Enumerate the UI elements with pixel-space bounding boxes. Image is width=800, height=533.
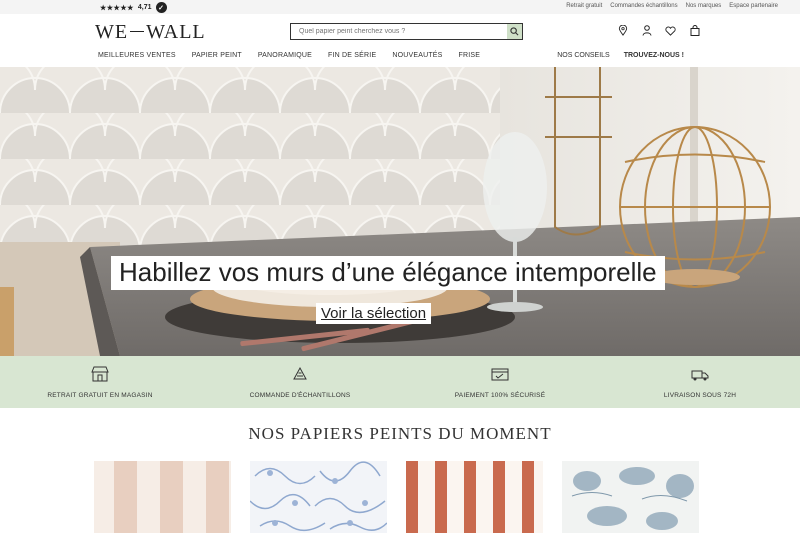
hero-cta-link[interactable]: Voir la sélection (316, 303, 432, 324)
product-image (250, 461, 387, 533)
delivery-truck-icon (691, 366, 709, 382)
hero-banner[interactable]: Habillez vos murs d’une élégance intempo… (0, 67, 800, 356)
reassurance-item-livraison: LIVRAISON SOUS 72H (600, 356, 800, 408)
top-utility-bar: ★★★★★ 4,71 ✓ Retrait gratuit Commandes é… (0, 0, 800, 14)
store-locator-icon[interactable] (617, 25, 628, 36)
utility-link-echantillons[interactable]: Commandes échantillons (610, 3, 677, 9)
product-card-blue-floral[interactable] (250, 461, 387, 533)
section-title: NOS PAPIERS PEINTS DU MOMENT (248, 424, 552, 443)
product-card-terracotta-stripes[interactable] (406, 461, 543, 533)
reassurance-label: COMMANDE D'ÉCHANTILLONS (249, 391, 351, 399)
site-logo[interactable]: WE WALL (95, 21, 206, 44)
nav-item-fin-de-serie[interactable]: FIN DE SÉRIE (328, 52, 376, 59)
reassurance-item-paiement: PAIEMENT 100% SÉCURISÉ (400, 356, 600, 408)
hero-title: Habillez vos murs d’une élégance intempo… (111, 256, 665, 290)
swatch-icon (291, 366, 309, 382)
reassurance-item-echantillons: COMMANDE D'ÉCHANTILLONS (200, 356, 400, 408)
review-badge-icon: ✓ (155, 2, 167, 13)
product-card-toile-de-jouy[interactable] (562, 461, 699, 533)
rating-value: 4,71 (137, 4, 152, 11)
header-actions (617, 25, 700, 36)
main-nav: MEILLEURES VENTES PAPIER PEINT PANORAMIQ… (98, 52, 480, 59)
product-image (406, 461, 543, 533)
secondary-nav: NOS CONSEILS TROUVEZ-NOUS ! (557, 52, 684, 59)
wishlist-heart-icon[interactable] (665, 25, 676, 36)
utility-link-marques[interactable]: Nos marques (686, 3, 722, 9)
search-bar (290, 23, 523, 40)
product-image (94, 461, 231, 533)
nav-item-nos-conseils[interactable]: NOS CONSEILS (557, 52, 610, 59)
utility-links: Retrait gratuit Commandes échantillons N… (566, 3, 778, 9)
customer-rating[interactable]: ★★★★★ 4,71 ✓ (100, 2, 167, 13)
logo-separator (130, 30, 145, 32)
nav-item-trouvez-nous[interactable]: TROUVEZ-NOUS ! (624, 52, 684, 59)
nav-item-frise[interactable]: FRISE (459, 52, 481, 59)
product-card-beige-stripes[interactable] (94, 461, 231, 533)
account-icon[interactable] (641, 25, 652, 36)
nav-item-meilleures-ventes[interactable]: MEILLEURES VENTES (98, 52, 176, 59)
secure-payment-icon (491, 366, 509, 382)
reassurance-label: RETRAIT GRATUIT EN MAGASIN (47, 391, 153, 399)
nav-item-nouveautes[interactable]: NOUVEAUTÉS (392, 52, 442, 59)
search-button[interactable] (507, 24, 522, 39)
rating-stars: ★★★★★ (100, 4, 134, 12)
logo-we: WE (95, 21, 129, 43)
reassurance-label: PAIEMENT 100% SÉCURISÉ (454, 391, 546, 399)
reassurance-item-retrait: RETRAIT GRATUIT EN MAGASIN (0, 356, 200, 408)
reassurance-bar: RETRAIT GRATUIT EN MAGASIN COMMANDE D'ÉC… (0, 356, 800, 408)
cart-bag-icon[interactable] (689, 25, 700, 36)
reassurance-label: LIVRAISON SOUS 72H (663, 391, 737, 399)
logo-wall: WALL (146, 21, 206, 43)
utility-link-retrait[interactable]: Retrait gratuit (566, 3, 602, 9)
utility-link-partenaire[interactable]: Espace partenaire (729, 3, 778, 9)
search-input[interactable] (291, 24, 507, 39)
store-icon (91, 366, 109, 382)
product-image (562, 461, 699, 533)
nav-item-papier-peint[interactable]: PAPIER PEINT (192, 52, 242, 59)
search-icon (510, 27, 519, 36)
product-carousel (94, 461, 699, 533)
nav-item-panoramique[interactable]: PANORAMIQUE (258, 52, 312, 59)
